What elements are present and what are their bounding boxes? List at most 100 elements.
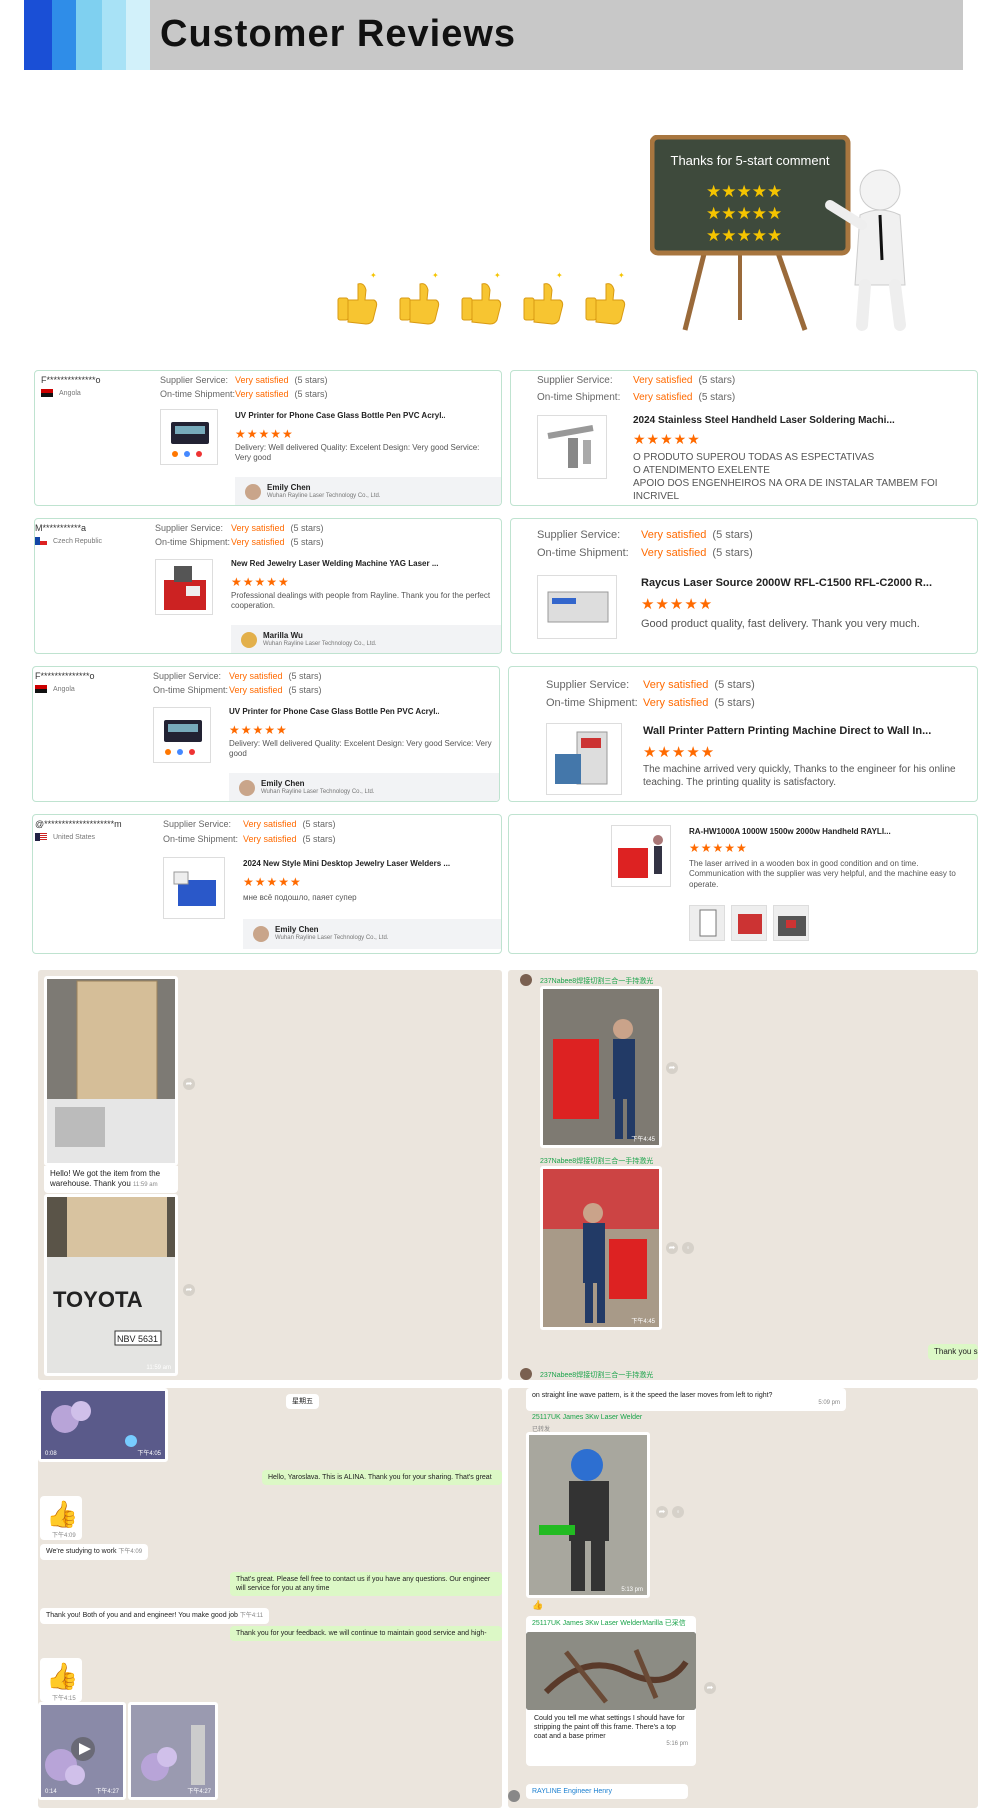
chat-screenshot: on straight line wave pattern, is it the… xyxy=(508,1388,978,1808)
message-time: 11:59 am xyxy=(146,1365,171,1371)
shipment-value: Very satisfied (5 stars) xyxy=(229,685,322,695)
seller-reply: Emily Chen Wuhan Rayline Laser Technology… xyxy=(235,477,501,505)
play-icon[interactable]: ◦ xyxy=(682,1242,694,1254)
shipment-label: On-time Shipment: xyxy=(537,547,629,559)
forward-icon[interactable]: ➦ xyxy=(666,1062,678,1074)
message-time: 下午4:15 xyxy=(52,1696,76,1702)
sender-name: 25117UK James 3Kw Laser Welder xyxy=(532,1414,643,1421)
product-title[interactable]: UV Printer for Phone Case Glass Bottle P… xyxy=(229,707,439,716)
service-label: Supplier Service: xyxy=(160,375,229,385)
review-card: Supplier Service: Very satisfied (5 stars… xyxy=(508,666,978,802)
service-value: Very satisfied (5 stars) xyxy=(235,375,328,385)
product-title[interactable]: New Red Jewelry Laser Welding Machine YA… xyxy=(231,559,491,568)
chat-message: That's great. Please fell free to contac… xyxy=(230,1572,502,1597)
product-thumbnail[interactable] xyxy=(153,707,211,763)
header-stripe xyxy=(52,0,76,70)
product-thumbnail[interactable] xyxy=(537,575,617,639)
shipment-value: Very satisfied (5 stars) xyxy=(641,547,753,559)
shipment-value: Very satisfied (5 stars) xyxy=(643,697,755,709)
product-title[interactable]: 2024 New Style Mini Desktop Jewelry Lase… xyxy=(243,859,493,868)
chat-photo[interactable]: 5:13 pm xyxy=(526,1432,650,1598)
chat-photo[interactable]: 下午4:45 xyxy=(540,986,662,1148)
product-thumbnail[interactable] xyxy=(155,559,213,615)
seller-company: Wuhan Rayline Laser Technology Co., Ltd. xyxy=(275,935,389,941)
review-photo[interactable] xyxy=(689,905,725,941)
chat-photo[interactable]: 下午4:27 xyxy=(128,1702,218,1800)
chat-video[interactable]: 0:08 下午4:05 xyxy=(38,1388,168,1462)
service-label: Supplier Service: xyxy=(546,679,630,691)
chat-screenshot: Hello! We got the item from the warehous… xyxy=(38,970,502,1380)
header-bar: Customer Reviews xyxy=(24,0,963,70)
chat-photo[interactable]: 下午4:45 xyxy=(540,1166,662,1330)
product-thumbnail[interactable] xyxy=(537,415,607,479)
message-time: 下午4:27 xyxy=(187,1789,211,1795)
review-comment: Professional dealings with people from R… xyxy=(231,591,491,611)
shipment-label: On-time Shipment: xyxy=(160,389,236,399)
service-value: Very satisfied (5 stars) xyxy=(633,375,736,386)
product-title[interactable]: Raycus Laser Source 2000W RFL-C1500 RFL-… xyxy=(641,577,971,589)
rating-stars: ★★★★★ xyxy=(229,723,288,737)
service-value: Very satisfied (5 stars) xyxy=(643,679,755,691)
review-comment: The machine arrived very quickly, Thanks… xyxy=(643,764,956,788)
forward-icon[interactable]: ➦ xyxy=(183,1284,195,1296)
chat-video[interactable]: 0:14 下午4:27 xyxy=(38,1702,126,1800)
product-thumbnail[interactable] xyxy=(160,409,218,465)
review-comment: The laser arrived in a wooden box in goo… xyxy=(689,859,956,889)
svg-text:✦: ✦ xyxy=(370,271,377,280)
chat-message: on straight line wave pattern, is it the… xyxy=(526,1388,846,1411)
seller-name: Emily Chen xyxy=(267,483,311,492)
reviewer-name: F**************o xyxy=(41,375,101,385)
rating-stars: ★★★★★ xyxy=(235,427,294,441)
forward-icon[interactable]: ➦ xyxy=(704,1682,716,1694)
review-photo[interactable] xyxy=(773,905,809,941)
forward-icon[interactable]: ➦ xyxy=(666,1242,678,1254)
forward-icon[interactable]: ➦ xyxy=(656,1506,668,1518)
product-title[interactable]: Wall Printer Pattern Printing Machine Di… xyxy=(643,725,973,737)
product-title[interactable]: RA-HW1000A 1000W 1500w 2000w Handheld RA… xyxy=(689,827,969,836)
service-value: Very satisfied (5 stars) xyxy=(243,819,336,829)
product-thumbnail[interactable] xyxy=(611,825,671,887)
svg-text:✦: ✦ xyxy=(618,271,625,280)
sender-name: 237Nabee8焊接切割三合一手持激光 xyxy=(540,1372,654,1379)
avatar xyxy=(241,632,257,648)
shipment-value: Very satisfied (5 stars) xyxy=(633,392,736,403)
service-value: Very satisfied (5 stars) xyxy=(229,671,322,681)
header-stripe xyxy=(76,0,102,70)
review-photo[interactable] xyxy=(731,905,767,941)
chat-photo[interactable] xyxy=(44,976,178,1166)
service-label: Supplier Service: xyxy=(537,375,613,386)
rating-stars: ★★★★★ xyxy=(633,431,701,447)
avatar xyxy=(520,974,532,986)
seller-reply: Emily Chen Wuhan Rayline Laser Technology… xyxy=(243,919,501,949)
board-text: Thanks for 5-start comment xyxy=(670,153,830,168)
chat-message: Thank you so xyxy=(928,1344,978,1361)
thumbs-up-row: ✦ ✦ ✦ ✦ ✦ xyxy=(330,270,630,330)
reviewer-country: United States xyxy=(35,833,95,841)
review-comment: Good product quality, fast delivery. Tha… xyxy=(641,618,920,630)
forward-icon[interactable]: ➦ xyxy=(183,1078,195,1090)
avatar xyxy=(508,1790,520,1802)
review-comment: мне всё подошло, паяет супер xyxy=(243,893,357,902)
shipment-label: On-time Shipment: xyxy=(163,834,239,844)
shipment-value: Very satisfied (5 stars) xyxy=(231,537,324,547)
message-time: 下午4:45 xyxy=(631,1319,655,1325)
sender-name: 237Nabee8焊接切割三合一手持激光 xyxy=(540,1158,654,1165)
service-label: Supplier Service: xyxy=(163,819,232,829)
chat-photo[interactable]: TOYOTA NBV 5631 11:59 am xyxy=(44,1194,178,1376)
product-thumbnail[interactable] xyxy=(546,723,622,795)
flag-icon xyxy=(35,537,47,545)
play-icon[interactable]: ◦ xyxy=(672,1506,684,1518)
service-value: Very satisfied (5 stars) xyxy=(641,529,753,541)
product-title[interactable]: 2024 Stainless Steel Handheld Laser Sold… xyxy=(633,415,963,426)
chat-screenshot: 237Nabee8焊接切割三合一手持激光 下午4:45 ➦ 237Nabee8焊… xyxy=(508,970,978,1380)
review-comment: Delivery: Well delivered Quality: Excele… xyxy=(235,443,480,463)
review-card: Supplier Service: Very satisfied (5 stars… xyxy=(510,518,978,654)
seller-company: Wuhan Rayline Laser Technology Co., Ltd. xyxy=(267,493,381,499)
product-thumbnail[interactable] xyxy=(163,857,225,919)
shipment-label: On-time Shipment: xyxy=(546,697,638,709)
svg-text:✦: ✦ xyxy=(556,271,563,280)
product-title[interactable]: UV Printer for Phone Case Glass Bottle P… xyxy=(235,411,445,420)
chalkboard-illustration: ★★★★★ ★★★★★ ★★★★★ Thanks for 5-start comme… xyxy=(649,134,940,335)
reviewer-name: @********************m xyxy=(35,819,122,829)
chat-photo[interactable] xyxy=(526,1632,696,1710)
